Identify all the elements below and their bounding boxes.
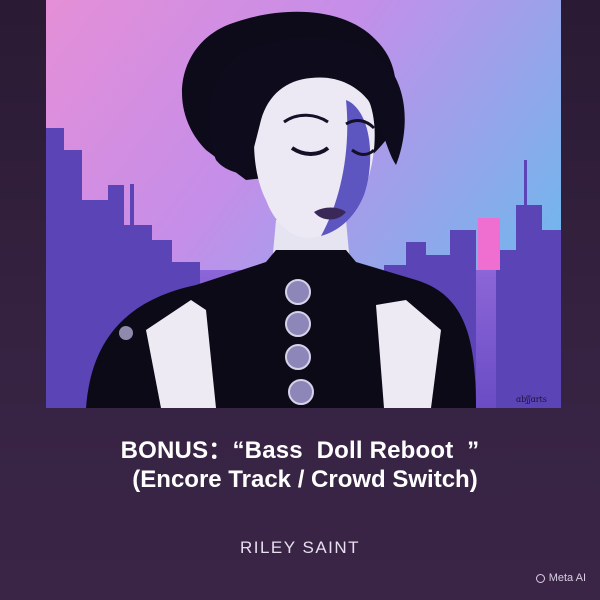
track-title-line-2: (Encore Track / Crowd Switch) — [132, 466, 478, 493]
artist-name: RILEY SAINT — [239, 538, 361, 557]
meta-ai-ring-icon — [535, 573, 545, 583]
artist-signature: ɑbʃʃɑrts — [516, 395, 547, 404]
track-title-line-1: BONUS：“Bass Doll Reboot ” — [120, 437, 480, 464]
pink-building — [478, 218, 500, 270]
meta-ai-watermark: Meta AI — [535, 572, 586, 584]
watermark-label: Meta AI — [548, 572, 586, 584]
album-cover-art: ɑbʃʃɑrts — [46, 0, 561, 408]
